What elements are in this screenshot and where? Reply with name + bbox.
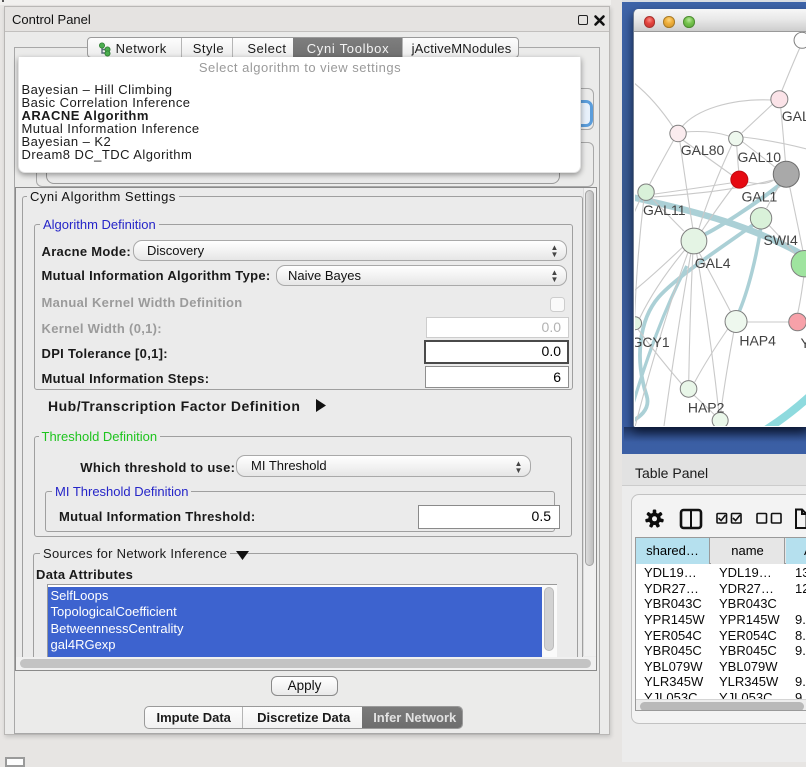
svg-text:GAL1: GAL1 [741, 189, 777, 205]
svg-text:Y: Y [800, 335, 806, 351]
svg-text:GAL10: GAL10 [737, 149, 781, 165]
svg-text:GCY1: GCY1 [635, 334, 670, 350]
svg-text:GAL11: GAL11 [642, 202, 685, 218]
svg-text:HAP2: HAP2 [687, 400, 724, 416]
svg-text:HAP4: HAP4 [739, 333, 776, 349]
svg-text:GAL7: GAL7 [781, 108, 806, 124]
svg-text:GAL4: GAL4 [694, 255, 730, 271]
svg-text:GAL80: GAL80 [680, 142, 724, 158]
svg-text:SWI4: SWI4 [763, 232, 797, 248]
